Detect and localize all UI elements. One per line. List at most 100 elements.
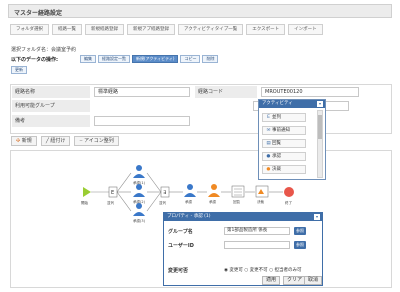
- palette-scrollbar[interactable]: [317, 110, 323, 178]
- properties-dialog: プロパティ - 承認 (1) ▾ グループ名 第1部品製造所 係長 参照 ユーザ…: [163, 212, 323, 286]
- palette-item-parallel-label: 並列: [272, 115, 281, 120]
- route-code-field[interactable]: MROUTE00120: [261, 87, 359, 97]
- palette-item-approval[interactable]: ● 承認: [262, 152, 306, 161]
- chain-approver-2-label: 承認: [209, 199, 216, 204]
- op-copy-button[interactable]: コピー: [180, 55, 201, 63]
- parallel-icon: E: [267, 115, 270, 120]
- collapse-icon[interactable]: ▾: [317, 101, 323, 107]
- cancel-button[interactable]: 取消: [304, 276, 322, 285]
- tab-new-app-route[interactable]: 新規アプ経路登録: [127, 24, 175, 35]
- palette-item-circulation-label: 回覧: [272, 141, 281, 146]
- approver-2-icon[interactable]: [133, 184, 145, 197]
- notify-icon: ✉: [266, 128, 271, 133]
- note-field[interactable]: [94, 116, 190, 126]
- align-label: アイコン整列: [84, 138, 114, 144]
- new-node-button[interactable]: ✣ 新規: [11, 136, 37, 146]
- connect-button[interactable]: ╱ 紐付け: [40, 136, 71, 146]
- tab-bar: フォルダ選択 経路一覧 新規経路登録 新規アプ経路登録 アクティビティタイプ一覧…: [10, 24, 323, 37]
- split-node-icon[interactable]: E: [108, 186, 118, 198]
- join-node-label: 並列: [159, 200, 166, 205]
- group-name-label: グループ名: [168, 229, 193, 235]
- connector-lines: [91, 172, 283, 212]
- palette-item-approval-label: 承認: [272, 154, 281, 159]
- approver-3-label: 承認(3): [133, 218, 146, 223]
- decision-icon: ●: [266, 167, 271, 172]
- approver-1-icon[interactable]: [133, 165, 145, 178]
- route-name-field[interactable]: 標準経路: [94, 87, 190, 97]
- palette-item-circulation[interactable]: ▤回覧: [262, 139, 306, 148]
- palette-item-notify[interactable]: ✉ 事前通知: [262, 126, 306, 135]
- op-route-settings-button[interactable]: 経路設定一覧: [98, 55, 130, 63]
- group-ref-button[interactable]: 参照: [294, 227, 306, 235]
- approval-icon: ●: [266, 154, 271, 159]
- end-node-label: 終了: [285, 200, 293, 205]
- clear-button[interactable]: クリア: [283, 276, 307, 285]
- route-code-label: 経路コード: [195, 86, 257, 98]
- radio-changeable[interactable]: ◉ 変更可: [224, 268, 243, 273]
- page-title: マスター経路設定: [14, 10, 63, 17]
- radio-assignee-only-label: 担当者のみ可: [274, 268, 302, 273]
- align-icon: ┄: [79, 138, 83, 144]
- decision-node-icon[interactable]: [255, 185, 269, 198]
- palette-scroll-thumb[interactable]: [318, 115, 322, 139]
- chain-approver-2-icon[interactable]: [208, 184, 220, 197]
- user-id-field[interactable]: [224, 241, 290, 249]
- diagram-toolbar: ✣ 新規 ╱ 紐付け ┄ アイコン整列: [11, 136, 119, 146]
- chain-approver-1-label: 承認: [185, 199, 192, 204]
- op-new-activity-button[interactable]: 新規(アクティビティ): [132, 55, 179, 63]
- palette-item-notify-label: 事前通知: [272, 128, 290, 133]
- radio-assignee-only[interactable]: ○ 担当者のみ可: [269, 268, 301, 273]
- radio-not-changeable[interactable]: ○ 変更不可: [244, 268, 267, 273]
- tab-export[interactable]: エクスポート: [246, 24, 286, 35]
- circulation-node-label: 回覧: [233, 199, 240, 204]
- tab-folder-select[interactable]: フォルダ選択: [10, 24, 49, 35]
- tab-new-route[interactable]: 新規経路登録: [85, 24, 124, 35]
- tab-activity-types[interactable]: アクティビティタイプ一覧: [178, 24, 244, 35]
- user-ref-button[interactable]: 参照: [294, 241, 306, 249]
- activity-palette-title: アクティビティ: [262, 101, 293, 106]
- route-form: 経路名称 標準経路 経路コード MROUTE00120 利用可能グループ 備考: [10, 84, 392, 134]
- update-button[interactable]: 更新: [11, 66, 27, 74]
- page-title-bar: マスター経路設定: [8, 4, 392, 18]
- start-node-label: 開始: [81, 200, 88, 205]
- tab-import[interactable]: インポート: [288, 24, 323, 35]
- palette-item-parallel[interactable]: E 並列: [262, 113, 306, 122]
- connect-icon: ╱: [45, 138, 49, 144]
- circulation-node-icon[interactable]: [231, 185, 245, 198]
- chain-approver-1-icon[interactable]: [184, 184, 196, 197]
- start-node-icon[interactable]: [83, 187, 91, 197]
- tab-route-list[interactable]: 経路一覧: [52, 24, 82, 35]
- operation-chips: 編集 経路設定一覧 新規(アクティビティ) コピー 削除: [80, 55, 219, 63]
- apply-button[interactable]: 適用: [262, 276, 281, 285]
- split-node-label: 並列: [107, 200, 114, 205]
- activity-palette: アクティビティ ▾ E 並列 ✉ 事前通知 ▤回覧 ● 承認 ● 決裁: [258, 99, 326, 180]
- properties-dialog-header[interactable]: プロパティ - 承認 (1) ▾: [164, 213, 322, 221]
- new-node-label: 新規: [21, 138, 32, 144]
- join-node-icon[interactable]: ∃: [160, 186, 170, 198]
- align-icons-button[interactable]: ┄ アイコン整列: [74, 136, 119, 146]
- decision-node-label: 決裁: [257, 199, 265, 204]
- operations-label: 以下のデータの操作:: [11, 57, 59, 63]
- op-edit-button[interactable]: 編集: [80, 55, 96, 63]
- svg-text:∃: ∃: [163, 190, 166, 196]
- close-icon[interactable]: ▾: [314, 214, 320, 220]
- note-label: 備考: [12, 115, 90, 127]
- approver-3-icon[interactable]: [133, 203, 145, 216]
- user-id-label: ユーザーID: [168, 243, 194, 249]
- properties-dialog-title: プロパティ - 承認 (1): [167, 214, 211, 219]
- connect-label: 紐付け: [50, 138, 66, 144]
- change-permission-label: 変更可否: [168, 268, 189, 274]
- op-delete-button[interactable]: 削除: [202, 55, 219, 63]
- new-node-icon: ✣: [16, 138, 21, 144]
- group-name-field[interactable]: 第1部品製造所 係長: [224, 227, 290, 235]
- circulation-icon: ▤: [266, 141, 271, 146]
- end-node-icon[interactable]: [284, 187, 294, 197]
- activity-palette-header[interactable]: アクティビティ ▾: [259, 100, 325, 108]
- selected-folder-text: 選択フォルダ名：会議室予約: [11, 47, 77, 53]
- change-permission-radios: ◉ 変更可 ○ 変更不可 ○ 担当者のみ可: [224, 267, 301, 273]
- group-label: 利用可能グループ: [12, 100, 90, 112]
- svg-text:E: E: [111, 190, 114, 196]
- route-name-label: 経路名称: [12, 86, 90, 98]
- palette-item-decision[interactable]: ● 決裁: [262, 165, 306, 174]
- radio-not-changeable-label: 変更不可: [249, 268, 268, 273]
